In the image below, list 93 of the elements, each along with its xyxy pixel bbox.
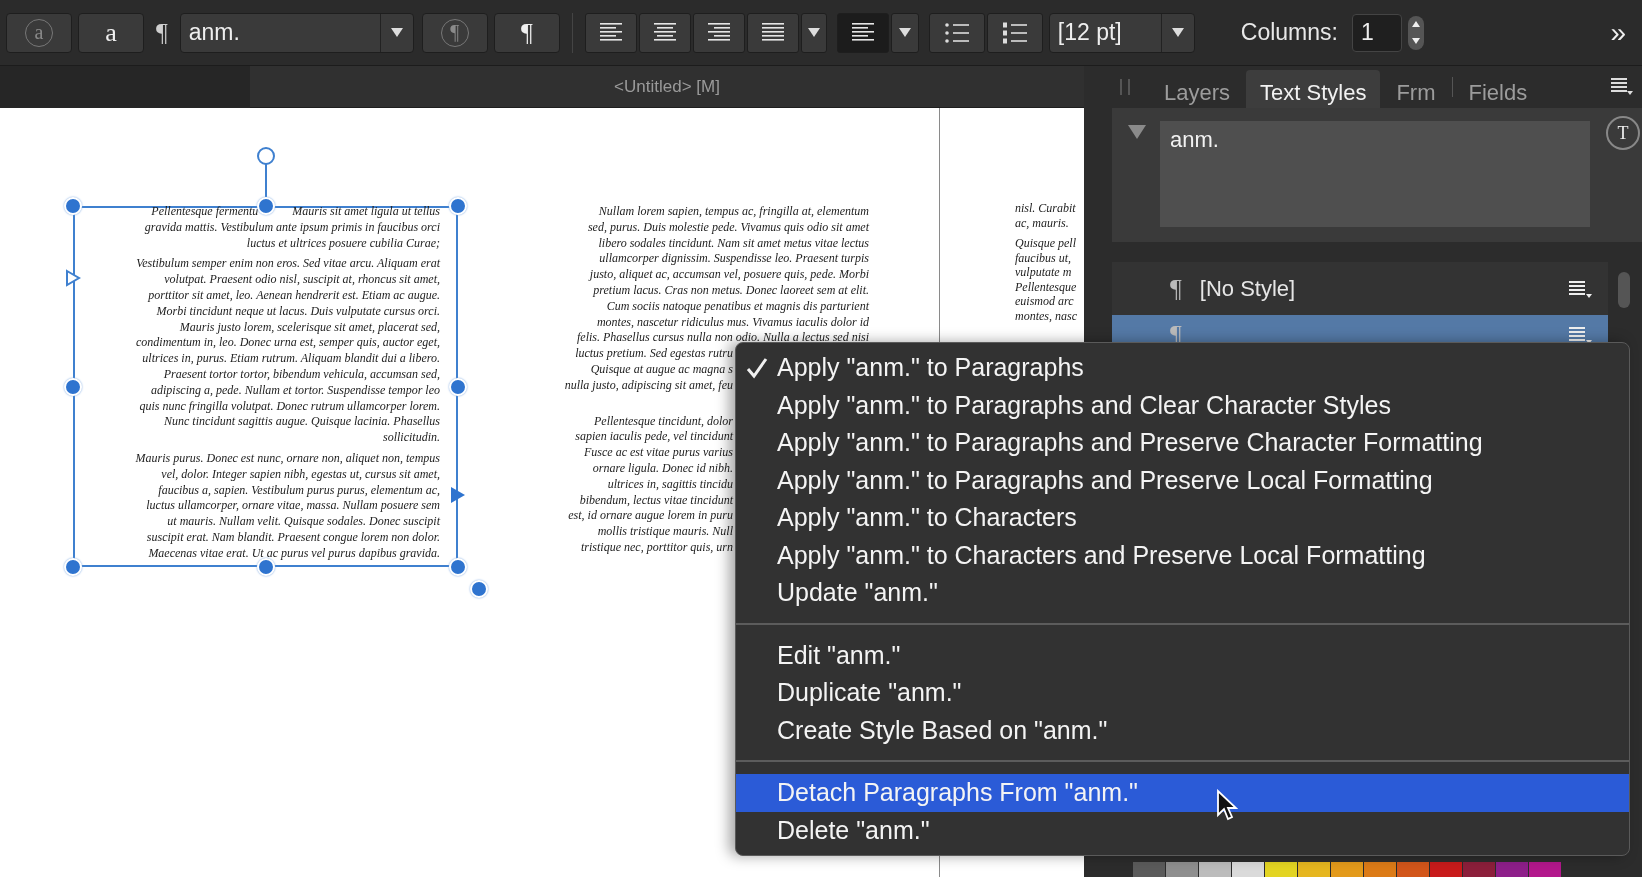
resize-handle[interactable] [64, 197, 82, 215]
menu-item[interactable]: Create Style Based on "anm." [736, 711, 1629, 749]
caret-down-icon [898, 27, 911, 38]
paragraph-mark: ¶ [155, 17, 169, 48]
body-paragraph: Quisque pell faucibus ut, vulputate m Pellentesque euismod arc montes, nasc [1015, 236, 1078, 323]
align-text-icon [760, 22, 785, 43]
align-text-icon [706, 22, 731, 43]
body-paragraph: nisl. Curabit ac, mauris. [1015, 201, 1077, 230]
menu-item[interactable]: Apply "anm." to Characters and Preserve Local Formatting [736, 536, 1629, 574]
align-text-icon [850, 22, 875, 43]
menu-item[interactable]: Delete "anm." [736, 811, 1629, 849]
caret-down-icon [1171, 27, 1184, 38]
body-paragraph: Pellentesque tincidunt, dolor sapien iaculis pede, vel tincidunt Fusce ac est vitae purus varius ornare ligula. Donec id nibh. ultrices in, sagittis tincidu bibendum, lectus vitae tincidunt est, id ornare augue lorem in puru mollis tristique mauris. Null tristique nec, porttitor quis, urn [568, 413, 733, 556]
color-swatch[interactable] [1364, 862, 1396, 877]
body-paragraph: gravida mattis. Vestibulum ante ipsum primis in faucibus orci luctus et ultrices posuere cubilia Curae; [143, 219, 440, 252]
text-flow-out-icon[interactable] [450, 485, 466, 504]
color-swatch[interactable] [1529, 862, 1561, 877]
down-arrow-icon[interactable] [1411, 38, 1420, 44]
color-swatch[interactable] [1496, 862, 1528, 877]
vertical-align-menu-button[interactable] [890, 12, 919, 53]
style-dropdown[interactable]: anm. [179, 12, 414, 53]
numbered-list-icon [1001, 21, 1028, 44]
align-button[interactable] [746, 12, 799, 53]
rotation-handle[interactable] [256, 147, 275, 165]
menu-item[interactable]: Apply "anm." to Paragraphs and Preserve Character Formatting [736, 424, 1629, 462]
style-options-icon[interactable] [1568, 278, 1594, 299]
mouse-pointer-icon [1216, 789, 1238, 823]
style-options-icon[interactable] [1568, 325, 1594, 345]
body-paragraph: Vestibulum semper enim non eros. Sed vitae arcu. Aliquam erat volutpat. Praesent odio nisl, suscipit at, rhoncus sit amet, porttitor sit amet, leo. Aenean hendrerit est. Etiam ac augue. Morbi tincidunt neque ut lacus. Duis vulputate cursus orci. Mauris justo lorem, scelerisque sit amet, placerat sed, condimentum in, leo. Donec urna est, semper quis, auctor eget, ultrices in, purus. Etiam rutrum. Aliquam blandit dui a libero. Praesent tortor tortor, bibendum vehicula, accumsan sed, adipiscing a, pede. Nullam et tortor. Suspendisse tempor leo quis nunc fringilla volutpat. Donec rutrum ullamcorper lorem. Nunc tincidunt sagittis augue. Quisque lacinia. Phasellus sollicitudin. [135, 256, 440, 446]
menu-item[interactable]: Edit "anm." [736, 636, 1629, 674]
caret-down-icon [807, 27, 820, 38]
resize-handle[interactable] [449, 377, 467, 396]
panel-tab[interactable]: Fields [1454, 70, 1542, 108]
character-style-button[interactable]: a [78, 12, 144, 53]
align-button[interactable] [584, 12, 637, 53]
menu-item[interactable]: Apply "anm." to Characters [736, 499, 1629, 537]
scrollbar-thumb[interactable] [1618, 272, 1630, 308]
resize-handle[interactable] [449, 558, 467, 576]
document-title: <Untitled> [M] [614, 76, 720, 97]
color-swatch[interactable] [1232, 862, 1264, 877]
bullet-list-button[interactable] [928, 12, 985, 53]
menu-item[interactable]: Update "anm." [736, 574, 1629, 612]
resize-handle[interactable] [449, 197, 467, 215]
up-arrow-icon[interactable] [1411, 21, 1420, 27]
body-paragraph: luctus pretium. Sed egestas rutru Quisque at augue ac magna s nulla justo, adipiscing sit amet, feu [564, 346, 733, 394]
panel-tab[interactable]: Text Styles [1246, 70, 1381, 108]
numbered-list-button[interactable] [986, 12, 1043, 53]
columns-input[interactable]: 1 [1351, 13, 1402, 52]
bullet-list-icon [943, 21, 970, 44]
style-row[interactable]: ¶ [No Style] [1112, 262, 1608, 315]
menu-item[interactable]: Detach Paragraphs From "anm." [736, 774, 1629, 812]
paragraph-style-icon: ¶ [1170, 273, 1182, 304]
resize-handle[interactable] [256, 558, 275, 576]
collapse-triangle-icon[interactable] [1128, 125, 1146, 139]
paragraph-style-button[interactable]: ¶ [493, 12, 560, 53]
resize-handle[interactable] [64, 377, 82, 396]
align-text-icon [652, 22, 677, 43]
menu-item[interactable]: Apply "anm." to Paragraphs and Clear Character Styles [736, 386, 1629, 424]
color-swatch[interactable] [1331, 862, 1363, 877]
body-text: Pellentesque fermentu [151, 204, 259, 220]
align-text-icon [598, 22, 623, 43]
color-swatch[interactable] [1463, 862, 1495, 877]
color-swatch[interactable] [1265, 862, 1297, 877]
style-preview: anm. [1160, 121, 1590, 227]
stepper-control[interactable] [1407, 15, 1424, 50]
caret-down-icon [390, 27, 403, 38]
color-swatch[interactable] [1298, 862, 1330, 877]
font-size-dropdown[interactable]: [12 pt] [1048, 12, 1195, 53]
resize-handle[interactable] [64, 558, 82, 576]
text-flow-in-icon[interactable] [65, 269, 81, 288]
panel-tab[interactable]: Frm [1382, 70, 1450, 108]
body-paragraph: Mauris purus. Donec est nunc, ornare non, aliquet non, tempus vel, dolor. Integer sapien nibh, egestas ut, cursus sit amet, faucibus a, sapien. Vestibulum purus purus, elementum ac, luctus ullamcorper, ornare vitae, massa. Nullam posuere sem ut mauris. Nullam velit. Quisque sodales. Donec suscipit suscipit erat. Nam blandit. Praesent congue lorem non dolor. Maecenas vitae erat. Ut ac purus vel purus dapibus gravida. [134, 450, 440, 562]
align-button[interactable] [692, 12, 745, 53]
color-swatch[interactable] [1199, 862, 1231, 877]
baseline-handle[interactable] [470, 580, 488, 598]
more-tools-button[interactable]: » [1600, 16, 1636, 49]
columns-label: Columns: [1240, 19, 1338, 46]
color-swatch[interactable] [1397, 862, 1429, 877]
color-swatch[interactable] [1166, 862, 1198, 877]
panel-tab[interactable]: Layers [1150, 70, 1245, 108]
menu-item[interactable]: Duplicate "anm." [736, 674, 1629, 712]
vertical-align-button[interactable] [836, 12, 889, 53]
color-swatch[interactable] [1430, 862, 1462, 877]
style-name: [No Style] [1199, 275, 1296, 302]
align-button[interactable] [638, 12, 691, 53]
body-text: Mauris sit amet ligula ut tellus [292, 204, 440, 220]
resize-handle[interactable] [256, 197, 275, 215]
panel-grip-icon[interactable] [1120, 79, 1130, 95]
color-swatch[interactable] [1133, 862, 1165, 877]
menu-item[interactable]: Apply "anm." to Paragraphs and Preserve Local Formatting [736, 461, 1629, 499]
checkmark-icon [745, 357, 769, 379]
text-style-icon[interactable]: T [1606, 116, 1640, 150]
align-menu-button[interactable] [800, 12, 827, 53]
